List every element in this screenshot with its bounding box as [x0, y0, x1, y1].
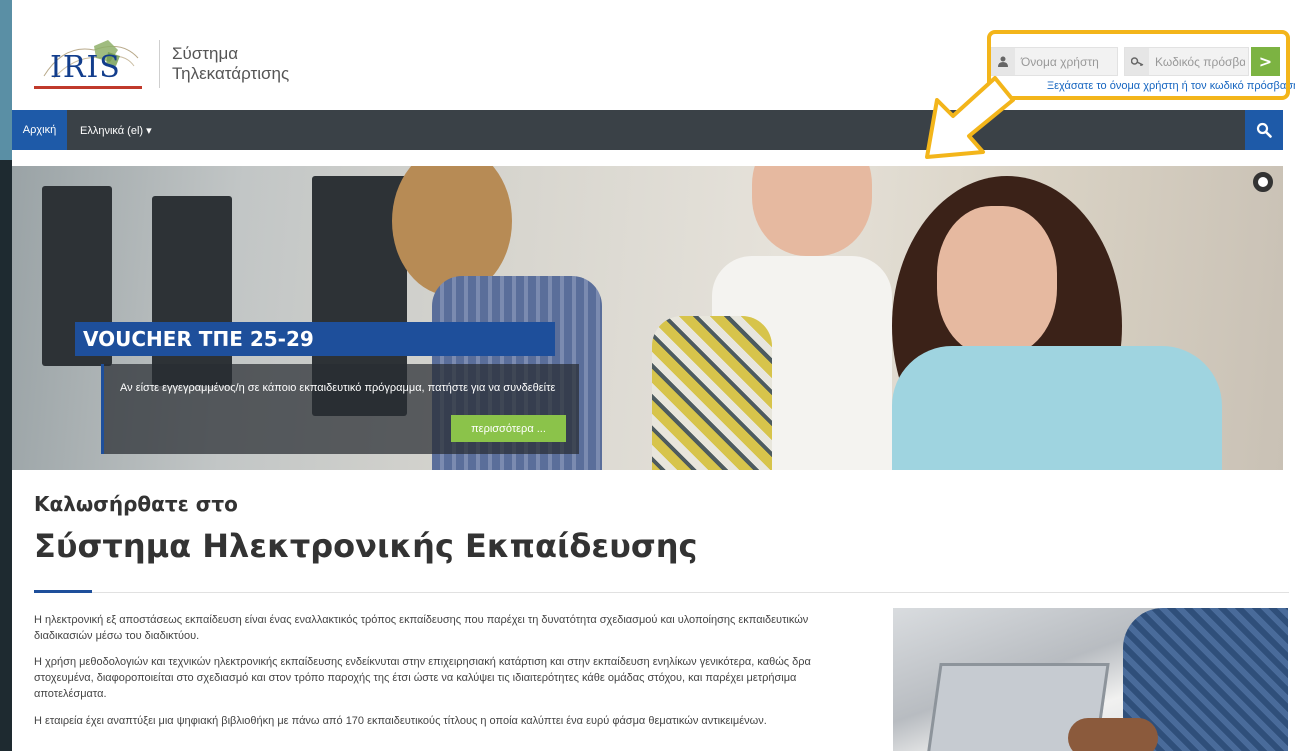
page: IRIS Σύστημα Τηλεκατάρτισης Όνομα χρήστη… [12, 0, 1295, 751]
header-divider [159, 40, 160, 88]
site-name: Σύστημα Τηλεκατάρτισης [172, 44, 289, 84]
hero-monitor [152, 196, 232, 386]
search-button[interactable] [1245, 110, 1283, 150]
main-navbar: Αρχική Ελληνικά (el) ▾ [12, 110, 1283, 150]
site-header: IRIS Σύστημα Τηλεκατάρτισης Όνομα χρήστη… [12, 0, 1295, 110]
more-button[interactable]: περισσότερα ... [451, 415, 566, 442]
welcome-subtitle: Καλωσήρθατε στο [34, 492, 238, 516]
hero-person [752, 166, 872, 256]
intro-paragraph: Η εταιρεία έχει αναπτύξει μια ψηφιακή βι… [34, 715, 767, 727]
slider-indicator[interactable] [1253, 172, 1273, 192]
site-name-line2: Τηλεκατάρτισης [172, 64, 290, 83]
language-dropdown[interactable]: Ελληνικά (el) ▾ [80, 110, 152, 150]
side-photo [893, 608, 1288, 751]
hero-person [892, 346, 1222, 470]
hero-title: VOUCHER ΤΠΕ 25-29 [75, 322, 555, 356]
hero-caption-text: Αν είστε εγγεγραμμένος/η σε κάποιο εκπαι… [120, 382, 556, 394]
hero-person [937, 206, 1057, 356]
search-icon [1256, 122, 1272, 138]
hero-caption: Αν είστε εγγεγραμμένος/η σε κάποιο εκπαι… [101, 364, 579, 454]
nav-home-link[interactable]: Αρχική [12, 110, 67, 150]
page-title: Σύστημα Ηλεκτρονικής Εκπαίδευσης [34, 527, 698, 565]
intro-paragraph: Η χρήση μεθοδολογιών και τεχνικών ηλεκτρ… [34, 656, 811, 700]
intro-paragraph: Η ηλεκτρονική εξ αποστάσεως εκπαίδευση ε… [34, 614, 809, 642]
site-name-line1: Σύστημα [172, 44, 239, 63]
logo-underline [34, 86, 142, 89]
title-divider [34, 592, 1289, 593]
hero-slider: VOUCHER ΤΠΕ 25-29 Αν είστε εγγεγραμμένος… [12, 166, 1283, 470]
title-divider-accent [34, 590, 92, 593]
page-edge-strip [0, 0, 12, 751]
arrow-icon [925, 76, 1015, 159]
logo-text: IRIS [50, 50, 121, 85]
hero-person [652, 316, 772, 470]
